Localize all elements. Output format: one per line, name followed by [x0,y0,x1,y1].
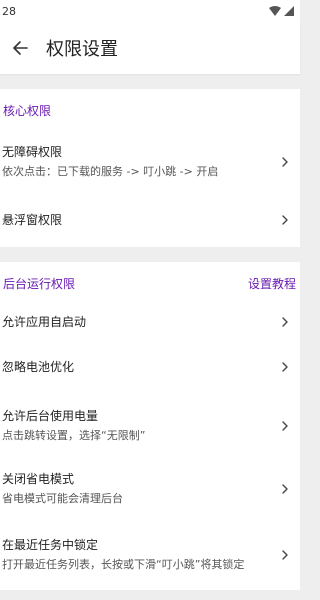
row-disable-power-saving[interactable]: 关闭省电模式 省电模式可能会清理后台 [0,458,300,520]
status-bar: 28 [0,0,300,22]
row-texts: 悬浮窗权限 [2,212,62,229]
section-header: 后台运行权限 设置教程 [0,262,300,304]
row-texts: 允许应用自启动 [2,314,86,331]
row-subtitle: 省电模式可能会清理后台 [2,492,123,505]
back-button[interactable] [0,22,40,74]
row-floating-window-permission[interactable]: 悬浮窗权限 [0,193,300,247]
row-accessibility-permission[interactable]: 无障碍权限 依次点击：已下载的服务 -> 叮小跳 -> 开启 [0,131,300,193]
row-title: 在最近任务中锁定 [2,538,99,552]
signal-icon [284,6,294,16]
row-allow-autostart[interactable]: 允许应用自启动 [0,304,300,340]
row-subtitle: 点击跳转设置，选择“无限制” [2,429,146,442]
chevron-right-icon [282,157,288,167]
chevron-right-icon [282,421,288,431]
status-icons [269,6,294,16]
row-title: 悬浮窗权限 [2,212,63,227]
section-core-permissions: 核心权限 无障碍权限 依次点击：已下载的服务 -> 叮小跳 -> 开启 悬浮窗权… [0,89,300,247]
row-title: 允许应用自启动 [2,314,87,329]
row-lock-in-recent-tasks[interactable]: 在最近任务中锁定 打开最近任务列表，长按或下滑“叮小跳”将其锁定 [0,520,300,590]
row-title: 关闭省电模式 [2,472,75,486]
row-texts: 无障碍权限 依次点击：已下载的服务 -> 叮小跳 -> 开启 [2,144,218,180]
row-background-power-usage[interactable]: 允许后台使用电量 点击跳转设置，选择“无限制” [0,394,300,458]
row-texts: 关闭省电模式 省电模式可能会清理后台 [2,471,123,507]
row-subtitle: 打开最近任务列表，长按或下滑“叮小跳”将其锁定 [2,558,245,571]
section-title: 后台运行权限 [3,276,76,291]
arrow-left-icon [13,41,28,55]
section-title: 核心权限 [3,103,52,118]
section-background-permissions: 后台运行权限 设置教程 允许应用自启动 忽略电池优化 允许后台使用电量 点击跳转… [0,262,300,590]
chevron-right-icon [282,215,288,225]
row-texts: 忽略电池优化 [2,359,74,376]
row-title: 忽略电池优化 [2,359,75,374]
section-header: 核心权限 [0,89,300,131]
tutorial-link[interactable]: 设置教程 [248,275,296,292]
page-title: 权限设置 [46,39,118,60]
chevron-right-icon [282,317,288,327]
row-title: 允许后台使用电量 [2,409,99,423]
row-texts: 允许后台使用电量 点击跳转设置，选择“无限制” [2,408,145,444]
wifi-icon [269,6,281,16]
row-texts: 在最近任务中锁定 打开最近任务列表，长按或下滑“叮小跳”将其锁定 [2,537,244,573]
row-title: 无障碍权限 [2,145,63,159]
row-ignore-battery-optimization[interactable]: 忽略电池优化 [0,340,300,394]
chevron-right-icon [282,362,288,372]
row-subtitle: 依次点击：已下载的服务 -> 叮小跳 -> 开启 [2,165,219,178]
chevron-right-icon [282,550,288,560]
chevron-right-icon [282,484,288,494]
status-time: 28 [2,4,16,18]
app-bar: 权限设置 [0,22,300,74]
